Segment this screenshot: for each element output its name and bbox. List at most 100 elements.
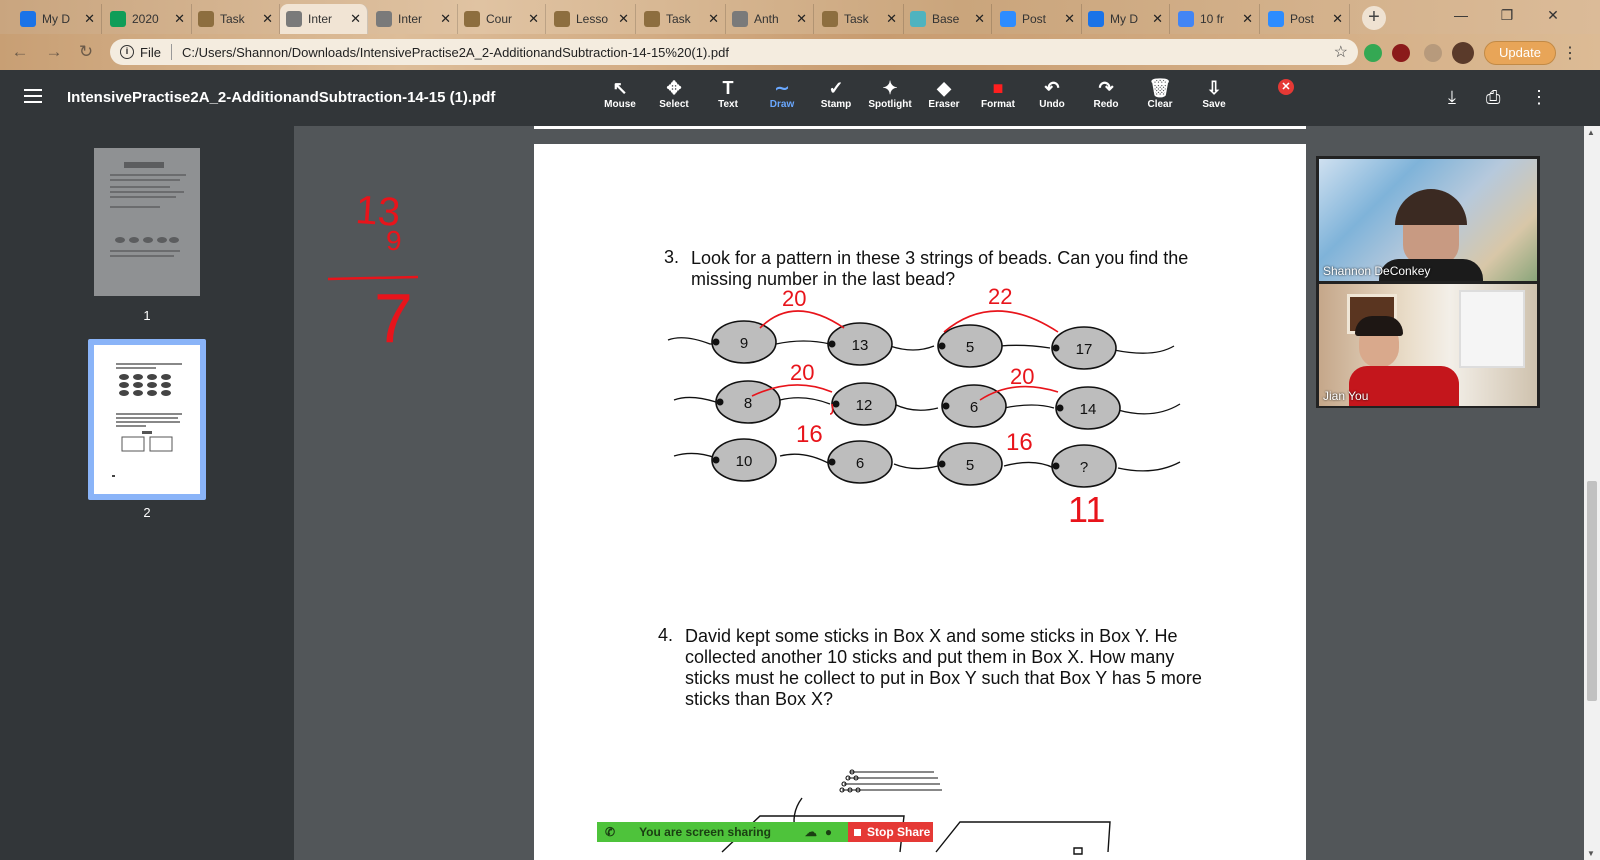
tool-stamp[interactable]: ✓ Stamp	[809, 70, 863, 126]
bead-r2-c2: 12	[831, 382, 897, 426]
share-status[interactable]: ✆ You are screen sharing ☁ ●	[597, 822, 848, 842]
tab-8[interactable]: Task ✕	[638, 4, 726, 34]
tab-2[interactable]: 2020 ✕	[104, 4, 192, 34]
video-tile-jian[interactable]: Jian You	[1319, 284, 1537, 406]
tab-close-icon[interactable]: ✕	[1242, 11, 1253, 27]
tab-title: Inter	[308, 12, 333, 26]
tab-1[interactable]: My D ✕	[14, 4, 102, 34]
bead-r3-c4: ?	[1051, 444, 1117, 488]
tab-13[interactable]: My D ✕	[1082, 4, 1170, 34]
scrollbar-thumb[interactable]	[1587, 481, 1597, 701]
tool-format[interactable]: ■ Format	[971, 70, 1025, 126]
tab-title: Task	[220, 12, 245, 26]
tab-14[interactable]: 10 fr ✕	[1172, 4, 1260, 34]
extension-green-icon[interactable]	[1364, 44, 1382, 62]
tool-undo[interactable]: ↶ Undo	[1025, 70, 1079, 126]
tab-4[interactable]: Inter ✕	[280, 4, 368, 34]
tab-10[interactable]: Task ✕	[816, 4, 904, 34]
bead-strings-figure: 9 13 5 17 8 12 6 14 10 6 5? 20 22 20 20 16 16 11	[667, 284, 1181, 530]
print-icon[interactable]: ⎙	[1486, 87, 1500, 108]
tab-close-icon[interactable]: ✕	[974, 11, 985, 27]
tab-favicon-icon	[1000, 11, 1016, 27]
tool-spotlight[interactable]: ✦ Spotlight	[863, 70, 917, 126]
reload-button[interactable]: ↻	[74, 40, 98, 64]
scroll-up-icon[interactable]: ▲	[1587, 128, 1595, 137]
tool-save[interactable]: ⇩ Save	[1187, 70, 1241, 126]
cloud-icon: ☁	[804, 825, 817, 839]
bookmark-star-icon[interactable]: ☆	[1334, 42, 1348, 62]
tab-close-icon[interactable]: ✕	[1332, 11, 1343, 27]
restore-button[interactable]: ❐	[1484, 0, 1530, 32]
shield-icon: ●	[824, 825, 833, 839]
page-thumbnail-2-selected[interactable]	[88, 339, 206, 500]
tab-5[interactable]: Inter ✕	[370, 4, 458, 34]
close-annotation-button[interactable]: ✕	[1278, 79, 1294, 95]
ink-number-9: 9	[386, 225, 402, 256]
tab-close-icon[interactable]: ✕	[440, 11, 451, 27]
text-icon: T	[722, 78, 734, 98]
tool-mouse[interactable]: ↖ Mouse	[593, 70, 647, 126]
bead-r2-c4: 14	[1055, 386, 1121, 430]
tab-title: My D	[1110, 12, 1138, 26]
video-tile-shannon[interactable]: Shannon DeConkey	[1319, 159, 1537, 281]
tab-12[interactable]: Post ✕	[994, 4, 1082, 34]
tool-select[interactable]: ✥ Select	[647, 70, 701, 126]
tab-6[interactable]: Cour ✕	[458, 4, 546, 34]
download-icon[interactable]: ⤓	[1448, 87, 1456, 108]
tool-text[interactable]: T Text	[701, 70, 755, 126]
browser-menu-icon[interactable]: ⋮	[1562, 43, 1578, 63]
tool-eraser[interactable]: ◆ Eraser	[917, 70, 971, 126]
tab-close-icon[interactable]: ✕	[796, 11, 807, 27]
omnibox[interactable]: i File C:/Users/Shannon/Downloads/Intens…	[110, 39, 1358, 65]
minimize-button[interactable]: —	[1438, 0, 1484, 32]
select-icon: ✥	[666, 78, 682, 98]
tab-close-icon[interactable]: ✕	[528, 11, 539, 27]
update-button[interactable]: Update	[1484, 41, 1556, 65]
more-options-icon[interactable]: ⋮	[1530, 87, 1548, 108]
tab-11[interactable]: Base ✕	[904, 4, 992, 34]
ink-number-7: 7	[374, 279, 413, 356]
tool-draw[interactable]: ∼ Draw	[755, 70, 809, 126]
question-4-number: 4.	[658, 625, 674, 645]
tab-close-icon[interactable]: ✕	[1064, 11, 1075, 27]
tab-close-icon[interactable]: ✕	[1152, 11, 1163, 27]
page-scrollbar[interactable]: ▲ ▼	[1584, 126, 1600, 860]
tab-close-icon[interactable]: ✕	[350, 11, 361, 27]
tool-redo[interactable]: ↷ Redo	[1079, 70, 1133, 126]
tab-close-icon[interactable]: ✕	[708, 11, 719, 27]
tool-label: Text	[718, 99, 738, 110]
screen-share-bar: ✆ You are screen sharing ☁ ● Stop Share	[597, 822, 933, 842]
page-thumbnail-1[interactable]	[94, 148, 200, 296]
window-close-button[interactable]: ✕	[1530, 0, 1576, 32]
back-button[interactable]: ←	[8, 40, 32, 64]
tab-favicon-icon	[554, 11, 570, 27]
sidebar-toggle-icon[interactable]	[24, 89, 42, 103]
info-icon[interactable]: i	[120, 45, 134, 59]
ublock-icon[interactable]	[1392, 44, 1410, 62]
tab-favicon-icon	[1268, 11, 1284, 27]
tab-9[interactable]: Anth ✕	[726, 4, 814, 34]
tab-close-icon[interactable]: ✕	[84, 11, 95, 27]
tab-15[interactable]: Post ✕	[1262, 4, 1350, 34]
extensions-puzzle-icon[interactable]	[1424, 44, 1442, 62]
tool-clear[interactable]: 🗑 Clear	[1133, 70, 1187, 126]
tab-favicon-icon	[198, 11, 214, 27]
tab-7[interactable]: Lesso ✕	[548, 4, 636, 34]
tool-label: Stamp	[820, 99, 852, 110]
scroll-down-icon[interactable]: ▼	[1587, 849, 1595, 858]
forward-button[interactable]: →	[42, 40, 66, 64]
tab-close-icon[interactable]: ✕	[618, 11, 629, 27]
tab-close-icon[interactable]: ✕	[886, 11, 897, 27]
bead-r1-c4: 17	[1051, 326, 1117, 370]
tab-close-icon[interactable]: ✕	[174, 11, 185, 27]
stop-share-button[interactable]: Stop Share	[848, 822, 933, 842]
ink-label-20-a: 20	[782, 286, 806, 311]
page-thumbnail-2[interactable]	[94, 345, 200, 494]
bead-hole	[716, 398, 724, 406]
tab-close-icon[interactable]: ✕	[262, 11, 273, 27]
tab-favicon-icon	[644, 11, 660, 27]
tab-3[interactable]: Task ✕	[192, 4, 280, 34]
new-tab-button[interactable]: +	[1362, 6, 1386, 30]
video-gallery[interactable]: Shannon DeConkey Jian You	[1316, 156, 1540, 408]
profile-avatar[interactable]	[1452, 42, 1474, 64]
